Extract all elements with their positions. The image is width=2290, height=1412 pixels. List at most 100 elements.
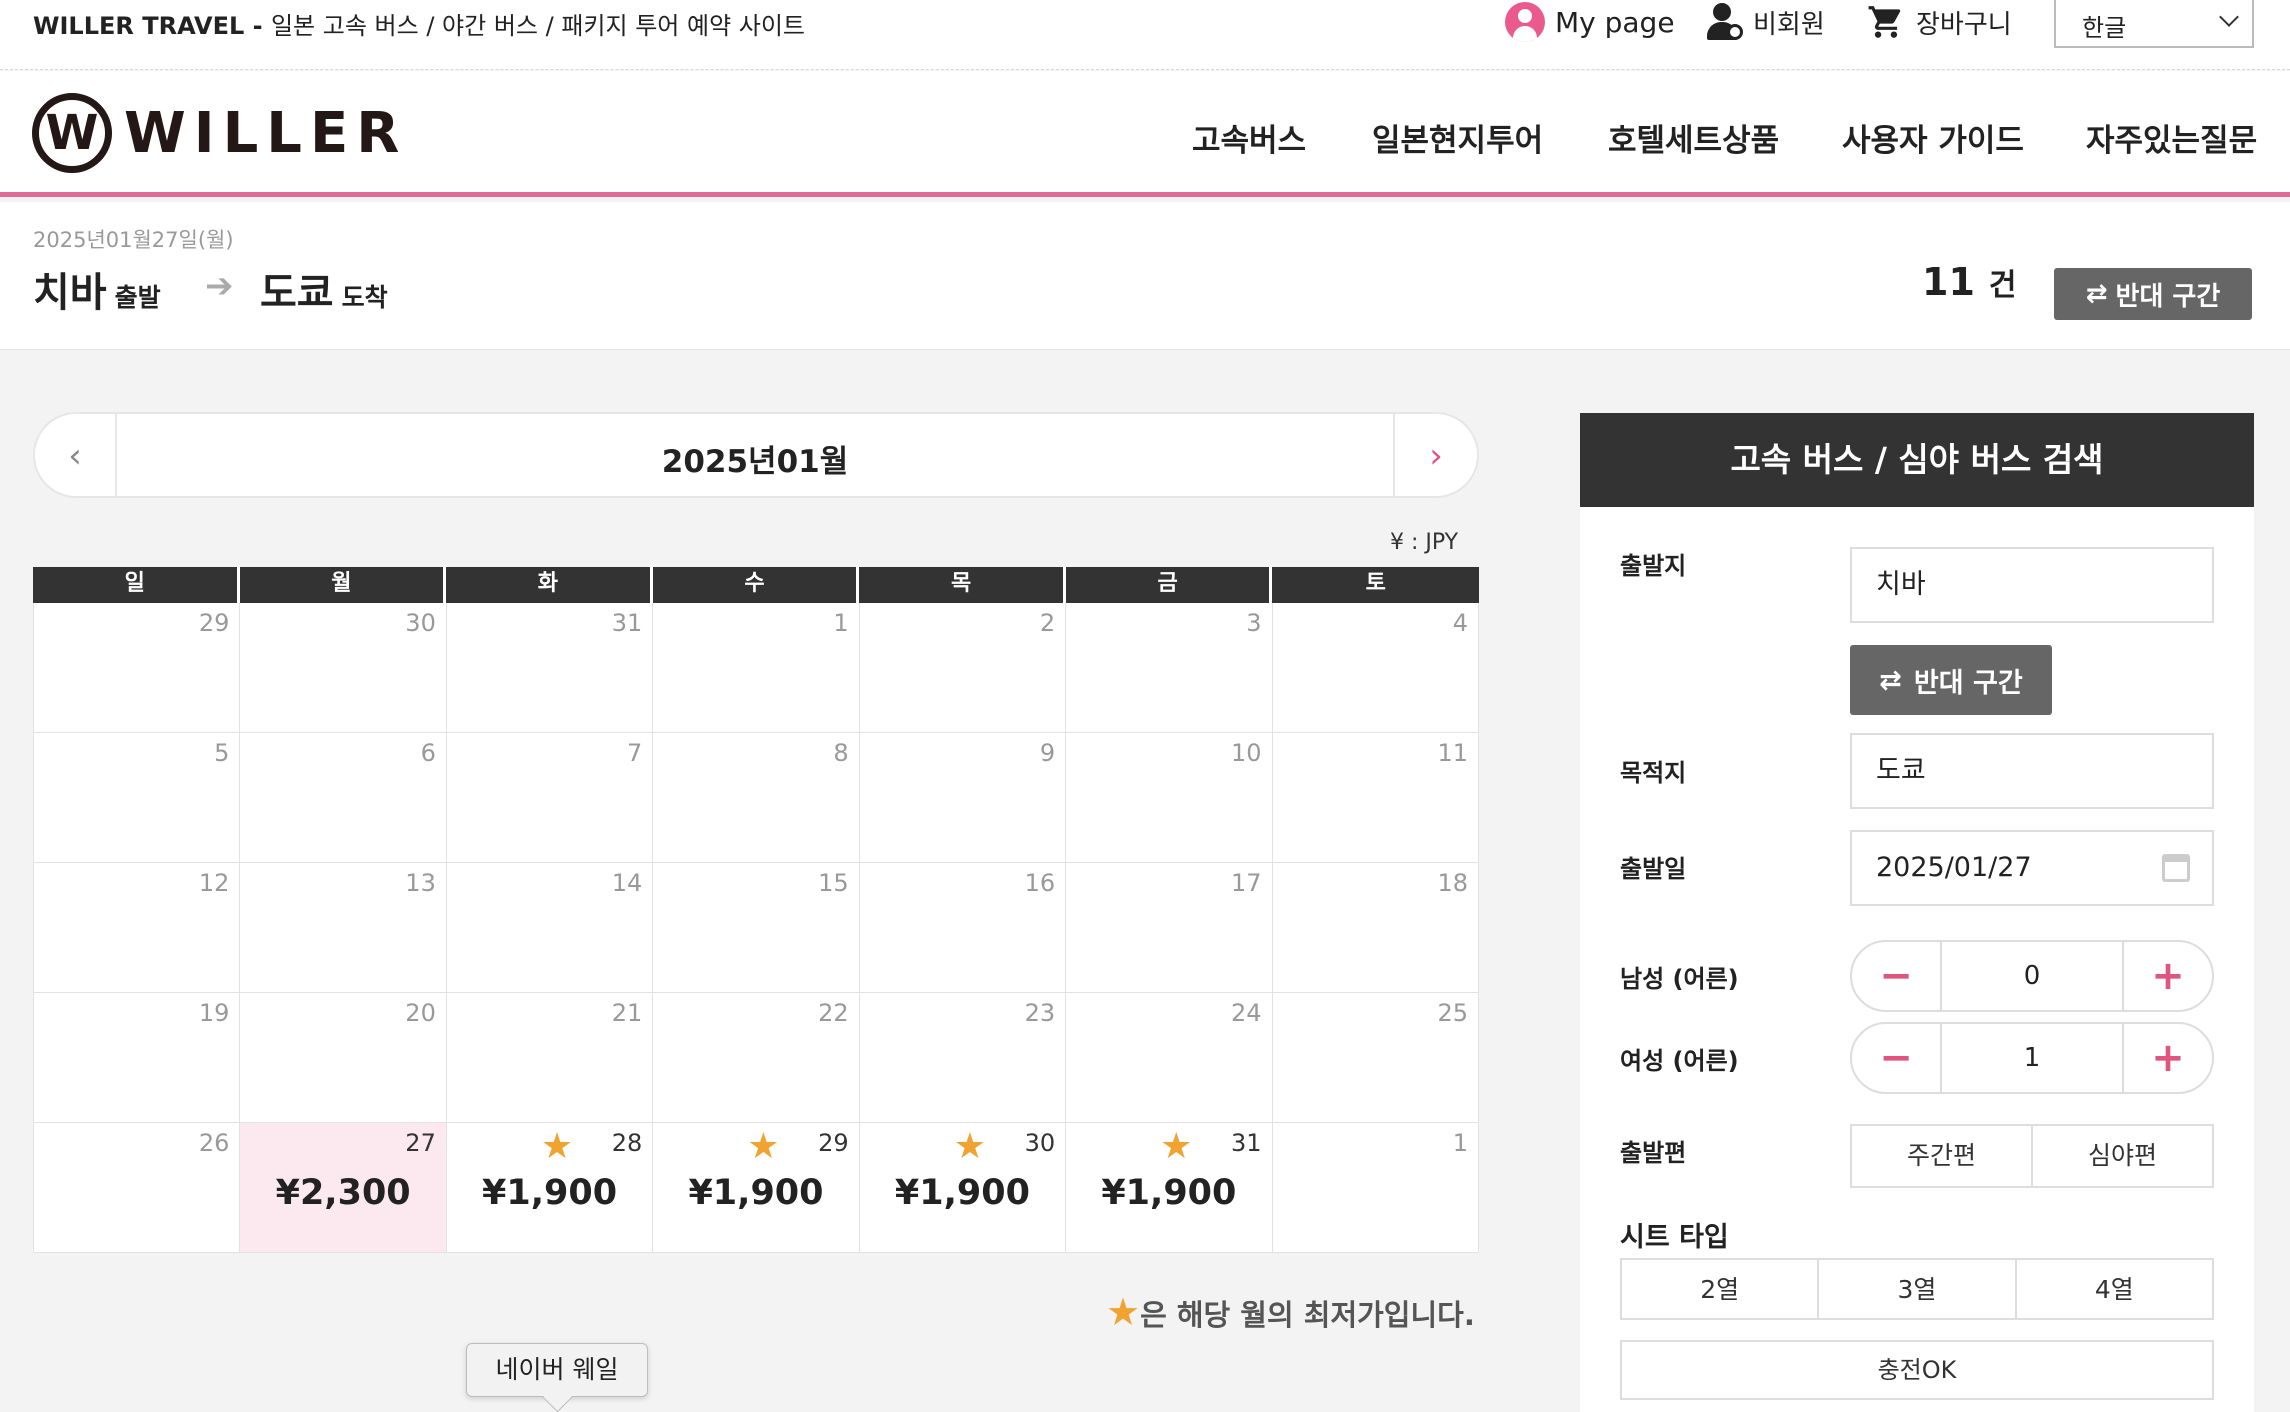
- female-count[interactable]: 1: [1942, 1024, 2122, 1092]
- tagline-text: 일본 고속 버스 / 야간 버스 / 패키지 투어 예약 사이트: [270, 12, 806, 40]
- male-count[interactable]: 0: [1942, 942, 2122, 1010]
- route-summary: 2025년01월27일(월) 치바 출발 ➔ 도쿄 도착 11 건 ⇄ 반대 구간: [0, 202, 2290, 350]
- day-number: 11: [1437, 739, 1468, 767]
- female-adult-label: 여성 (어른): [1620, 1047, 1739, 1075]
- calendar-day: 26: [34, 1123, 241, 1253]
- reverse-route-panel-button[interactable]: ⇄ 반대 구간: [1850, 645, 2052, 715]
- nav-japan-tours[interactable]: 일본현지투어: [1372, 115, 1543, 160]
- day-number: 19: [198, 999, 230, 1027]
- day-number: 6: [420, 739, 436, 767]
- next-month-button[interactable]: ›: [1393, 414, 1477, 496]
- daytime-option[interactable]: 주간편: [1852, 1126, 2031, 1186]
- day-number: 31: [1231, 1129, 1262, 1157]
- female-adult-stepper: − 1 +: [1850, 1022, 2214, 1094]
- seat-type-label: 시트 타입: [1620, 1222, 1729, 1253]
- chevron-down-icon: [2219, 7, 2239, 27]
- calendar-day: 18: [1272, 863, 1479, 993]
- day-number: 8: [833, 739, 849, 767]
- calendar-day: 1: [653, 603, 860, 733]
- seat-type-toggle: 2열 3열 4열: [1620, 1258, 2214, 1320]
- destination: 도쿄 도착: [260, 260, 388, 318]
- weekday-3: 수: [652, 567, 860, 603]
- day-number: 29: [818, 1129, 849, 1157]
- lowest-price-note: ★은 해당 월의 최저가입니다.: [1106, 1290, 1475, 1334]
- nav-hotel-packages[interactable]: 호텔세트상품: [1608, 115, 1779, 160]
- day-number: 15: [818, 869, 849, 897]
- calendar-day: 10: [1066, 733, 1273, 863]
- date-value: 2025/01/27: [1876, 852, 2032, 883]
- day-number: 1: [833, 609, 849, 637]
- language-select[interactable]: 한글: [2054, 0, 2254, 48]
- day-number: 3: [1246, 609, 1262, 637]
- night-option[interactable]: 심야편: [2031, 1126, 2212, 1186]
- day-number: 16: [1024, 869, 1056, 897]
- reverse-route-button[interactable]: ⇄ 반대 구간: [2054, 268, 2252, 320]
- day-number: 7: [627, 739, 643, 767]
- cart-link[interactable]: 장바구니: [1866, 0, 2012, 44]
- day-number: 14: [611, 869, 643, 897]
- day-number: 25: [1437, 999, 1468, 1027]
- date-field[interactable]: 2025/01/27: [1850, 830, 2214, 906]
- calendar-icon: [2162, 854, 2190, 882]
- currency-label: ¥ : JPY: [1390, 530, 1459, 555]
- day-number: 31: [611, 609, 643, 637]
- calendar-day: 24: [1066, 993, 1273, 1123]
- origin-name: 치바: [33, 270, 107, 316]
- date-label: 출발일: [1620, 855, 1687, 883]
- day-price: ¥1,900: [1101, 1173, 1237, 1213]
- nav-highway-bus[interactable]: 고속버스: [1192, 115, 1306, 160]
- departure-field[interactable]: 치바: [1850, 547, 2214, 623]
- day-price: ¥1,900: [894, 1173, 1030, 1213]
- prev-month-button[interactable]: ‹: [35, 414, 117, 496]
- weekday-4: 목: [859, 567, 1066, 603]
- month-title: 2025년01월: [661, 444, 849, 480]
- nav-faq[interactable]: 자주있는질문: [2086, 115, 2257, 160]
- male-minus-button[interactable]: −: [1852, 942, 1942, 1010]
- male-adult-label: 남성 (어른): [1620, 965, 1739, 993]
- mypage-label: My page: [1555, 5, 1675, 39]
- logo-mark: W: [32, 93, 112, 173]
- calendar-day: 8: [653, 733, 860, 863]
- seat-4-row-option[interactable]: 4열: [2014, 1260, 2212, 1318]
- female-plus-button[interactable]: +: [2122, 1024, 2212, 1092]
- male-plus-button[interactable]: +: [2122, 942, 2212, 1010]
- origin: 치바 출발: [33, 260, 161, 318]
- site-tagline: WILLER TRAVEL - 일본 고속 버스 / 야간 버스 / 패키지 투…: [33, 6, 805, 41]
- guest-link[interactable]: 비회원: [1705, 0, 1825, 44]
- nav-user-guide[interactable]: 사용자 가이드: [1842, 115, 2024, 160]
- swap-icon: ⇄: [2085, 279, 2108, 309]
- calendar-day: 1: [1272, 1123, 1479, 1253]
- willer-logo[interactable]: W WILLER: [32, 93, 407, 173]
- charging-ok-option[interactable]: 충전OK: [1620, 1340, 2214, 1400]
- destination-field[interactable]: 도쿄: [1850, 733, 2214, 809]
- calendar-day[interactable]: 29 ★ ¥1,900: [653, 1123, 860, 1253]
- calendar-day: 12: [34, 863, 241, 993]
- seat-3-row-option[interactable]: 3열: [1817, 1260, 2014, 1318]
- day-price: ¥1,900: [688, 1173, 824, 1213]
- star-icon: ★: [1160, 1126, 1193, 1167]
- language-value: 한글: [2082, 14, 2127, 42]
- calendar-day[interactable]: 27 ¥2,300: [240, 1123, 447, 1253]
- user-icon: [1505, 2, 1545, 42]
- calendar-day[interactable]: 30 ★ ¥1,900: [859, 1123, 1067, 1253]
- result-count: 11 건: [1922, 260, 2017, 304]
- destination-label: 목적지: [1620, 759, 1687, 787]
- destination-suffix: 도착: [341, 283, 388, 312]
- calendar-day: 30: [240, 603, 447, 733]
- calendar-day: 17: [1066, 863, 1273, 993]
- day-price: ¥2,300: [275, 1173, 411, 1213]
- day-number: 1: [1452, 1129, 1468, 1157]
- day-number: 12: [198, 869, 230, 897]
- seat-2-row-option[interactable]: 2열: [1622, 1260, 1817, 1318]
- calendar-day[interactable]: 31 ★ ¥1,900: [1066, 1123, 1273, 1253]
- day-number: 23: [1024, 999, 1056, 1027]
- calendar-day: 19: [34, 993, 241, 1123]
- logo-text: WILLER: [124, 100, 408, 166]
- female-minus-button[interactable]: −: [1852, 1024, 1942, 1092]
- male-adult-stepper: − 0 +: [1850, 940, 2214, 1012]
- day-number: 5: [214, 739, 230, 767]
- mypage-link[interactable]: My page: [1505, 0, 1675, 44]
- calendar-day[interactable]: 28 ★ ¥1,900: [446, 1123, 654, 1253]
- weekday-5: 금: [1065, 567, 1273, 603]
- calendar-day: 13: [240, 863, 447, 993]
